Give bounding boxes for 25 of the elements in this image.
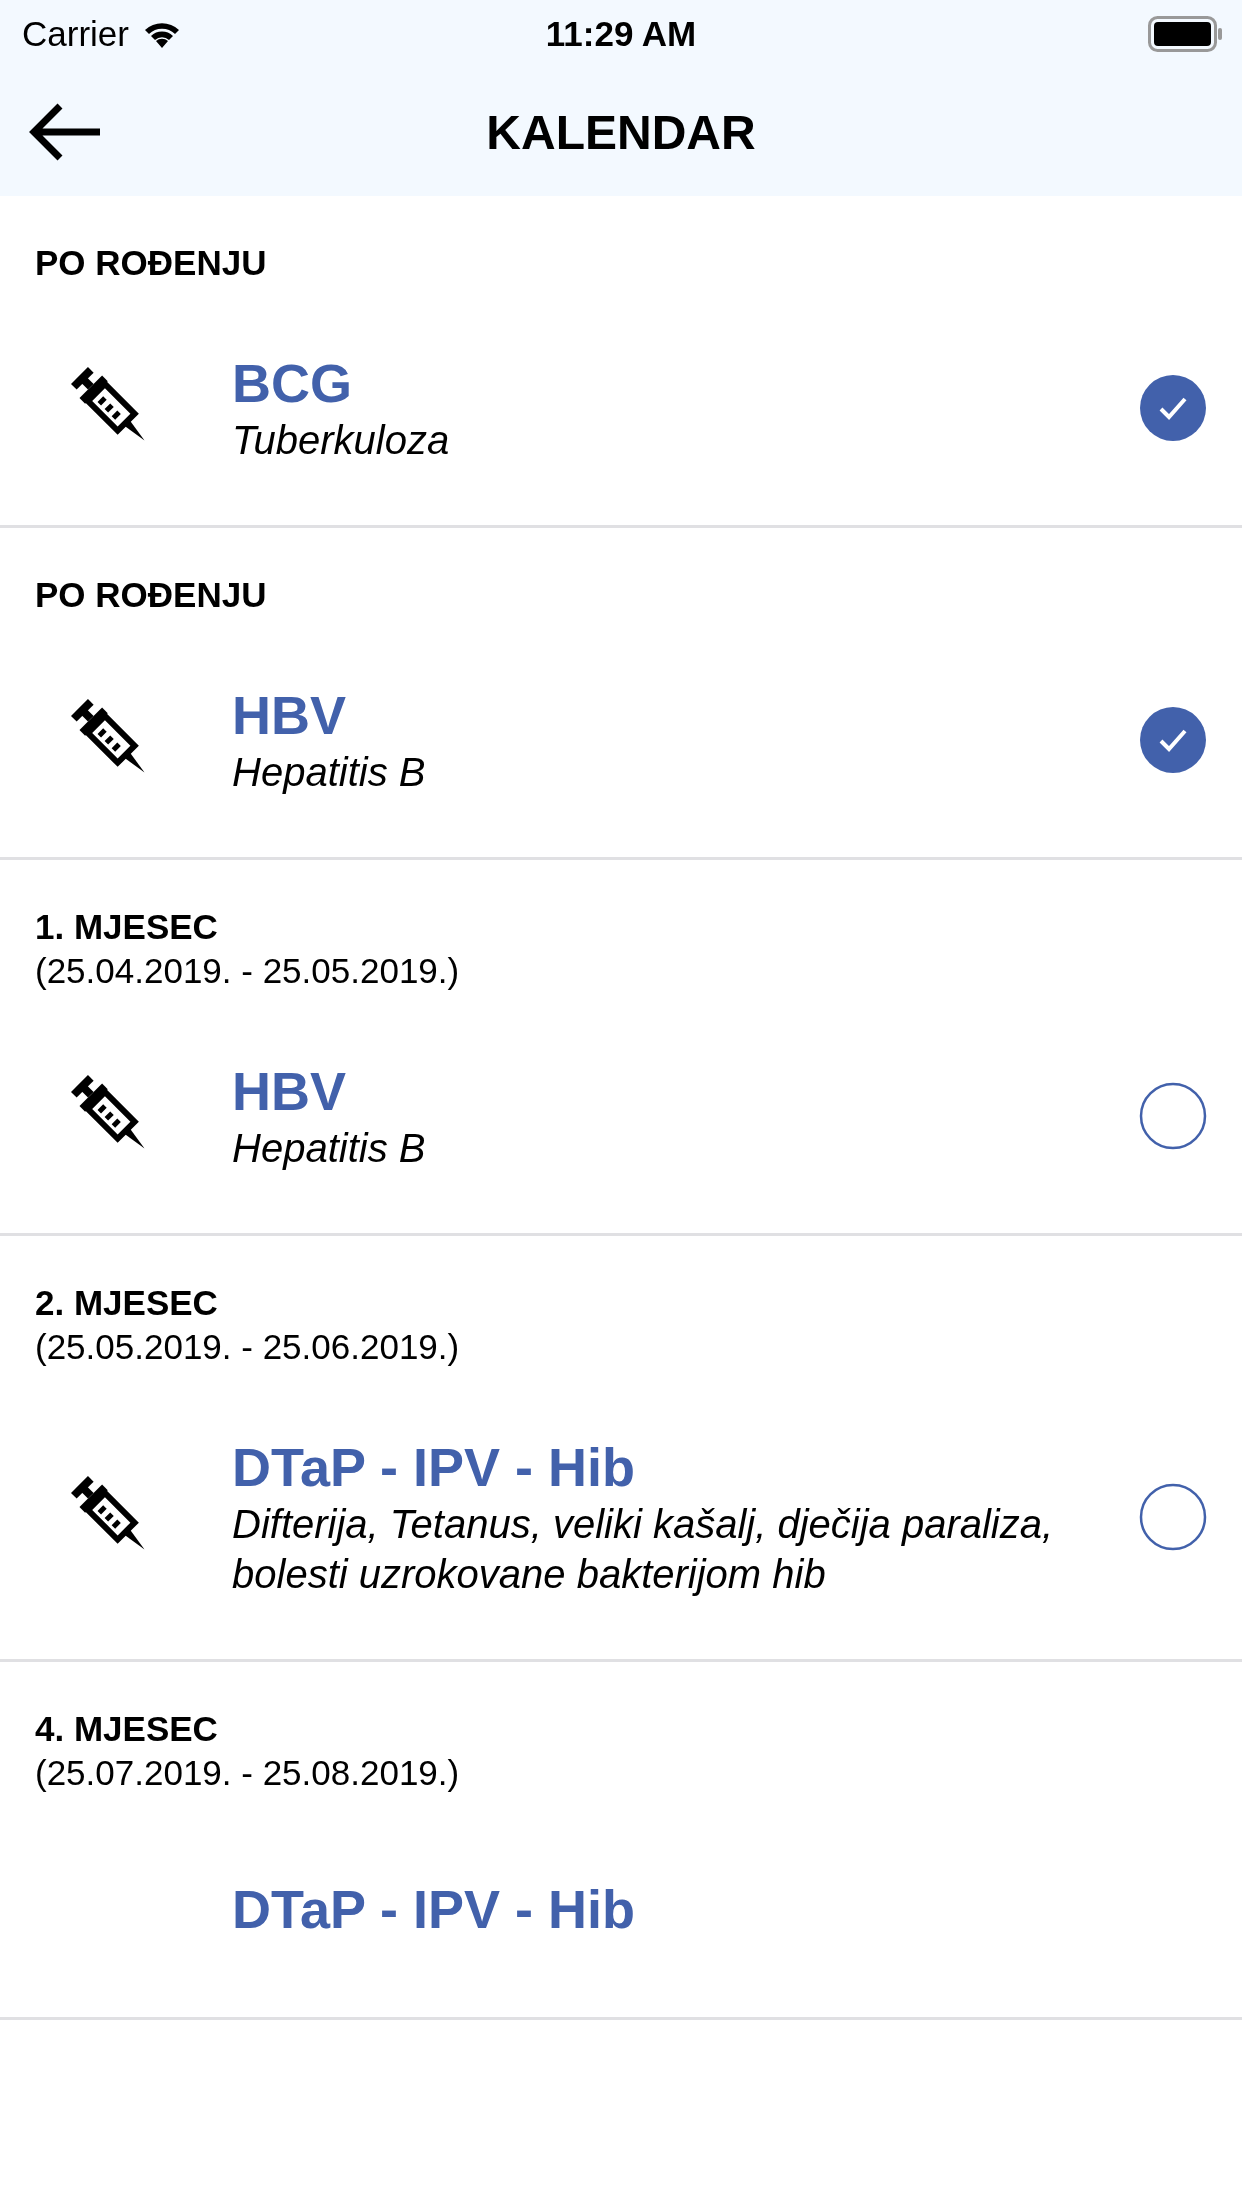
unchecked-circle[interactable] bbox=[1139, 1082, 1207, 1150]
vaccine-description: Difterija, Tetanus, veliki kašalj, dječija paraliza, bolesti uzrokovane bakterijom hib bbox=[232, 1501, 1055, 1598]
checked-icon[interactable] bbox=[1139, 706, 1207, 774]
vaccine-name: BCG bbox=[232, 352, 353, 415]
date-range: (25.07.2019. - 25.08.2019.) bbox=[35, 1752, 461, 1794]
vaccine-name: HBV bbox=[232, 684, 347, 747]
battery-icon bbox=[1148, 16, 1224, 52]
section-heading: PO ROĐENJU bbox=[35, 242, 268, 284]
vaccine-name: DTaP - IPV - Hib bbox=[232, 1436, 637, 1499]
section-heading: PO ROĐENJU bbox=[35, 574, 268, 616]
section-heading: 1. MJESEC bbox=[35, 906, 219, 948]
vaccine-name: HBV bbox=[232, 1060, 347, 1123]
checked-icon[interactable] bbox=[1139, 374, 1207, 442]
unchecked-circle[interactable] bbox=[1139, 1483, 1207, 1551]
vaccine-description: Hepatitis B bbox=[232, 1125, 427, 1172]
section-heading: 4. MJESEC bbox=[35, 1708, 219, 1750]
date-range: (25.04.2019. - 25.05.2019.) bbox=[35, 950, 461, 992]
vaccine-name: DTaP - IPV - Hib bbox=[232, 1878, 637, 1941]
carrier-name: Carrier bbox=[22, 14, 129, 54]
vaccine-description: Tuberkuloza bbox=[232, 417, 451, 464]
status-time: 11:29 AM bbox=[545, 14, 697, 54]
nav-title: KALENDAR bbox=[486, 104, 756, 160]
section-heading: 2. MJESEC bbox=[35, 1282, 219, 1324]
vaccine-description: Hepatitis B bbox=[232, 749, 427, 796]
date-range: (25.05.2019. - 25.06.2019.) bbox=[35, 1326, 461, 1368]
